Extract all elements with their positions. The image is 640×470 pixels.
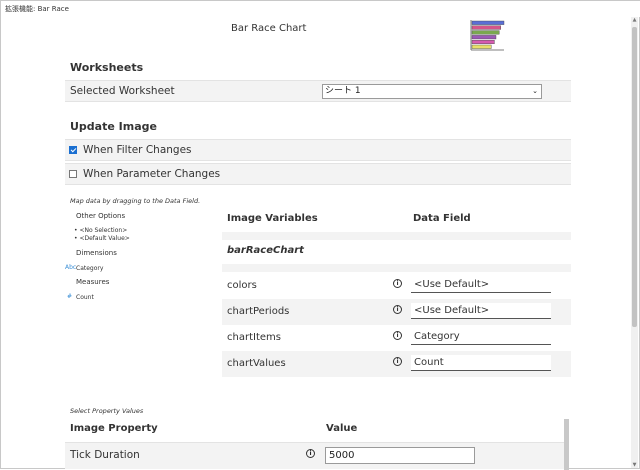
variable-group-title: barRaceChart <box>227 245 304 256</box>
property-hint: Select Property Values <box>70 407 144 415</box>
value-header: Value <box>326 423 358 434</box>
worksheets-section-title: Worksheets <box>70 61 144 74</box>
tick-duration-input[interactable]: 5000 <box>325 447 475 464</box>
variable-row-colors: colors i <Use Default> <box>222 273 571 299</box>
scroll-up-icon[interactable]: ▲ <box>631 17 638 23</box>
filter-changes-row[interactable]: When Filter Changes <box>65 139 571 161</box>
worksheet-select-value: シート 1 <box>325 86 361 96</box>
variable-name: colors <box>227 280 257 291</box>
property-name: Tick Duration <box>70 449 140 461</box>
parameter-changes-label: When Parameter Changes <box>83 168 221 180</box>
variable-row-chart-periods: chartPeriods i <Use Default> <box>222 299 571 325</box>
filter-changes-label: When Filter Changes <box>83 144 192 156</box>
image-variables-header: Image Variables <box>227 213 318 224</box>
logo-bar <box>471 20 505 25</box>
variable-row-chart-items: chartItems i Category <box>222 325 571 351</box>
logo-bar <box>471 35 497 40</box>
logo-bar <box>471 44 492 49</box>
info-icon[interactable]: i <box>393 279 402 288</box>
update-image-section-title: Update Image <box>70 120 157 133</box>
data-field-drop[interactable]: Category <box>411 329 551 345</box>
variable-row-chart-values: chartValues i Count <box>222 351 571 377</box>
data-field-drop[interactable]: Count <box>411 355 551 371</box>
other-options-title: Other Options <box>76 212 126 220</box>
chevron-down-icon: ⌄ <box>532 87 538 95</box>
mapping-hint: Map data by dragging to the Data Field. <box>70 197 201 205</box>
other-option-item[interactable]: • <Default Value> <box>74 235 130 242</box>
dimensions-title: Dimensions <box>76 249 117 257</box>
worksheet-select[interactable]: シート 1 ⌄ <box>322 84 542 99</box>
info-icon[interactable]: i <box>393 331 402 340</box>
table-divider <box>222 264 571 272</box>
properties-scrollbar[interactable] <box>564 419 569 470</box>
table-divider <box>222 232 571 240</box>
parameter-changes-checkbox[interactable] <box>69 170 77 178</box>
selected-worksheet-label: Selected Worksheet <box>70 85 175 97</box>
parameter-changes-row[interactable]: When Parameter Changes <box>65 163 571 185</box>
extension-window: 拡張機能: Bar Race ▲ ▼ Bar Race Chart Worksh… <box>0 0 640 470</box>
info-icon[interactable]: i <box>306 449 315 458</box>
image-property-header: Image Property <box>70 423 158 434</box>
data-field-drop[interactable]: <Use Default> <box>411 303 551 319</box>
number-field-icon: # <box>67 293 73 300</box>
selected-worksheet-row: Selected Worksheet シート 1 ⌄ <box>65 80 571 102</box>
variable-name: chartPeriods <box>227 306 290 317</box>
info-icon[interactable]: i <box>393 305 402 314</box>
logo-bar <box>471 25 501 30</box>
filter-changes-checkbox[interactable] <box>69 146 77 154</box>
variable-name: chartItems <box>227 332 281 343</box>
bar-race-logo-icon <box>470 20 505 51</box>
string-field-icon: Abc <box>65 264 77 271</box>
info-icon[interactable]: i <box>393 357 402 366</box>
main-scrollbar[interactable]: ▲ ▼ <box>631 17 638 468</box>
app-title: Bar Race Chart <box>231 23 307 34</box>
data-field-header: Data Field <box>413 213 471 224</box>
logo-bar <box>471 30 500 35</box>
scroll-down-icon[interactable]: ▼ <box>631 462 638 468</box>
other-option-item[interactable]: • <No Selection> <box>74 227 127 234</box>
dimension-field-category[interactable]: Category <box>76 265 103 272</box>
variable-name: chartValues <box>227 358 286 369</box>
data-field-drop[interactable]: <Use Default> <box>411 277 551 293</box>
scrollbar-thumb[interactable] <box>632 27 637 327</box>
window-title: 拡張機能: Bar Race <box>1 1 640 17</box>
measures-title: Measures <box>76 278 110 286</box>
measure-field-count[interactable]: Count <box>76 294 94 301</box>
logo-bar <box>471 40 495 45</box>
property-row-tick-duration: Tick Duration i 5000 <box>65 442 565 469</box>
